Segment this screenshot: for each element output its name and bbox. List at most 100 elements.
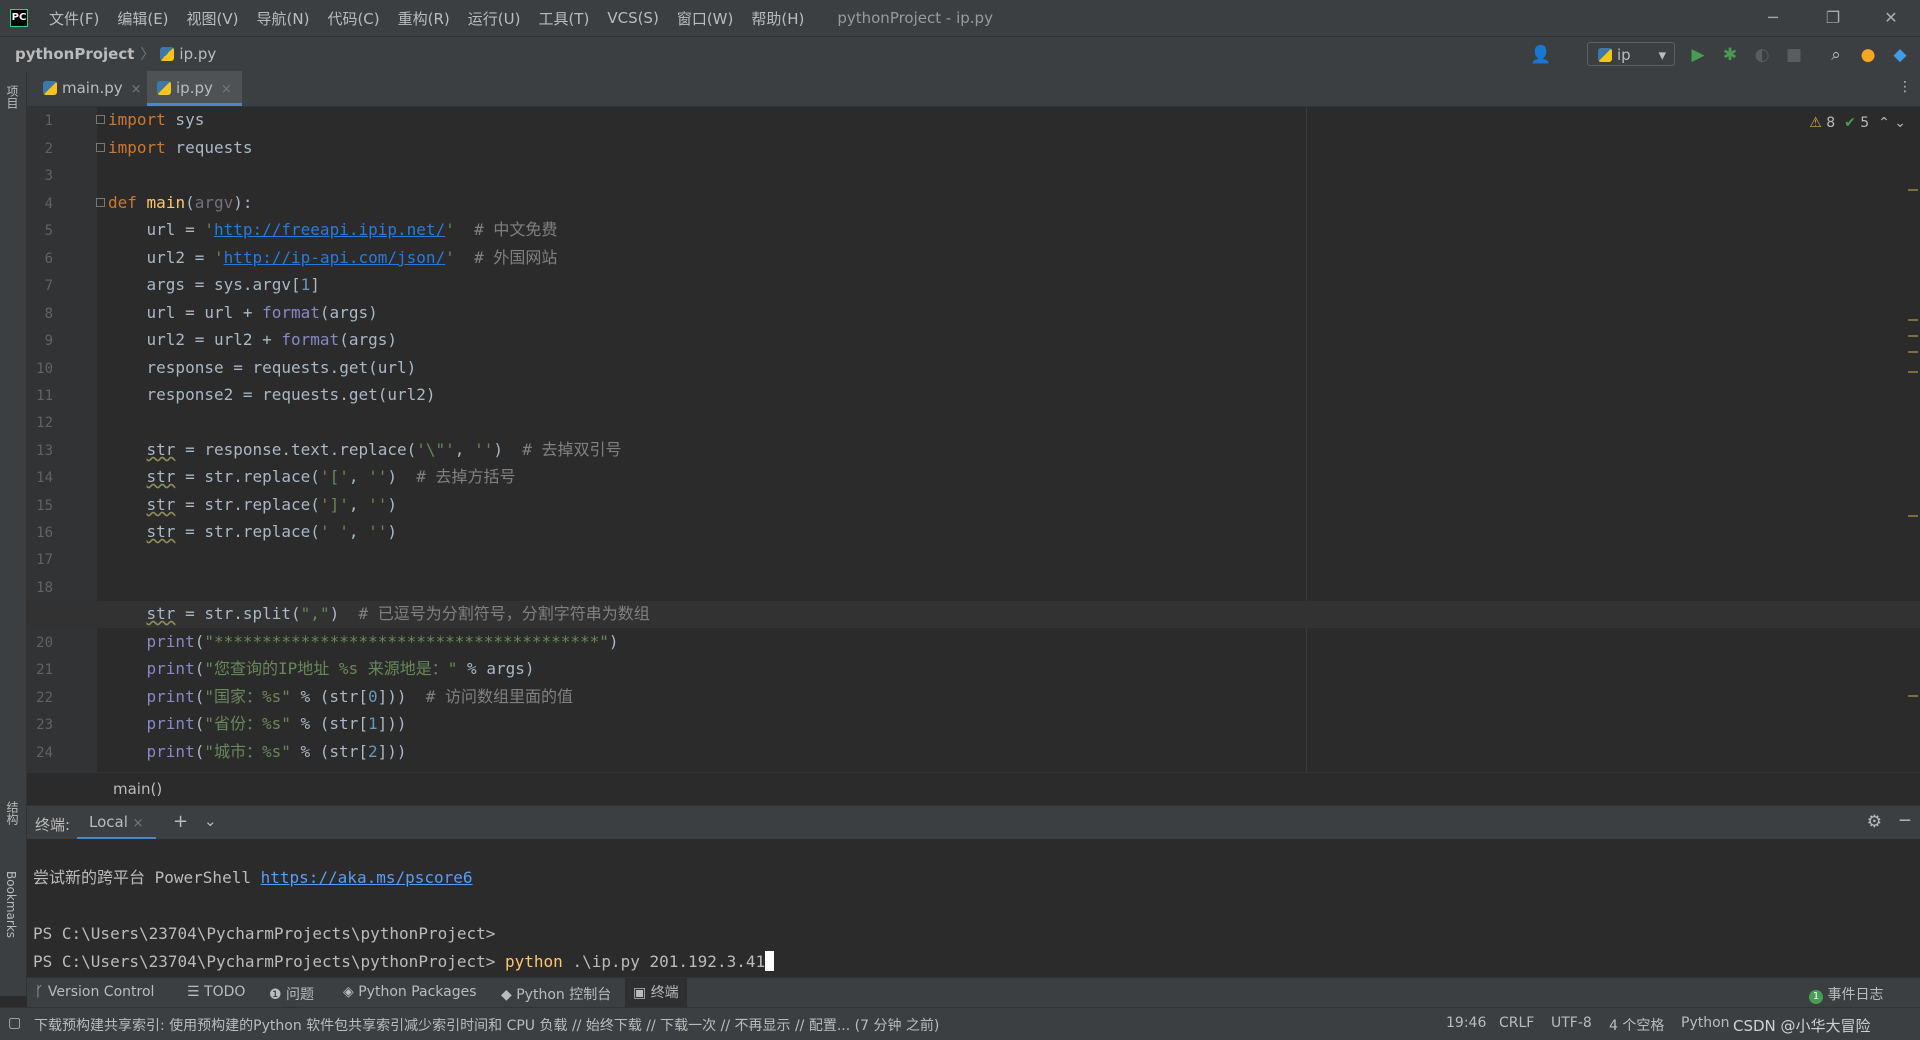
menu-help[interactable]: 帮助(H) (742, 8, 813, 29)
code-url-link[interactable]: http://freeapi.ipip.net/ (214, 220, 445, 239)
previous-highlight-icon[interactable]: ⌃ (1878, 115, 1890, 131)
structure-tool-label[interactable]: 结构 (4, 801, 21, 825)
tool-window-bar: ᚴ Version Control ☰ TODO ❶ 问题 ◈ Python P… (27, 977, 1920, 1008)
run-icon[interactable]: ▶ (1688, 45, 1708, 65)
status-panel-icon[interactable]: ▢ (8, 1015, 21, 1031)
python-interpreter[interactable]: Python (1681, 1015, 1730, 1031)
event-log-button[interactable]: 1 事件日志 (1809, 984, 1883, 1004)
user-icon[interactable]: 👤 (1530, 45, 1551, 65)
file-encoding[interactable]: UTF-8 (1551, 1015, 1592, 1031)
terminal-input-line[interactable]: PS C:\Users\23704\PycharmProjects\python… (33, 951, 775, 973)
coverage-icon[interactable]: ◐ (1752, 45, 1772, 65)
close-window-button[interactable]: ✕ (1862, 0, 1920, 36)
fold-marker-icon[interactable] (96, 143, 105, 152)
close-icon[interactable]: × (131, 82, 142, 97)
project-tool-label[interactable]: 项目 (4, 85, 21, 109)
code-line-10: url2 = url2 + format(args) (108, 330, 397, 349)
menu-view[interactable]: 视图(V) (178, 8, 248, 29)
scroll-marker (1908, 371, 1918, 373)
terminal-tab-local[interactable]: Local × (77, 806, 156, 840)
menu-code[interactable]: 代码(C) (318, 8, 388, 29)
line-number: 4 (44, 196, 53, 212)
run-configuration-select[interactable]: ip ▾ (1587, 42, 1675, 66)
breadcrumb-project[interactable]: pythonProject (15, 45, 134, 63)
line-number: 16 (36, 525, 53, 541)
menu-file[interactable]: 文件(F) (40, 8, 108, 29)
pycharm-logo-icon: PC (10, 9, 28, 27)
code-url-link[interactable]: http://ip-api.com/json/ (224, 248, 446, 267)
python-console-button[interactable]: ◆ Python 控制台 (501, 984, 611, 1004)
window-title: pythonProject - ip.py (837, 9, 993, 27)
breadcrumb-file[interactable]: ip.py (179, 45, 216, 63)
chevron-down-icon[interactable]: ⌄ (204, 812, 217, 830)
scroll-marker (1908, 189, 1918, 191)
terminal-button[interactable]: ▣ 终端 (625, 978, 687, 1008)
breadcrumb-separator: 〉 (140, 47, 155, 63)
packages-icon: ◈ (343, 984, 354, 1000)
minimize-button[interactable]: ─ (1744, 0, 1802, 36)
problems-button[interactable]: ❶ 问题 (269, 984, 314, 1004)
line-number: 10 (36, 361, 53, 377)
tab-main-py[interactable]: main.py × (33, 71, 152, 106)
code-line-24: print("城市：%s" % (str[2])) (146, 742, 407, 761)
menu-window[interactable]: 窗口(W) (668, 8, 743, 29)
close-icon[interactable]: × (221, 82, 232, 97)
todo-button[interactable]: ☰ TODO (187, 984, 245, 1000)
menu-refactor[interactable]: 重构(R) (389, 8, 459, 29)
list-icon: ☰ (187, 984, 200, 1000)
version-control-button[interactable]: ᚴ Version Control (35, 984, 154, 1000)
python-file-icon (157, 81, 171, 95)
indent-setting[interactable]: 4 个空格 (1609, 1015, 1664, 1035)
jetbrains-icon[interactable]: ◆ (1890, 45, 1910, 65)
more-tabs-icon[interactable]: ⋮ (1898, 79, 1912, 95)
hide-panel-icon[interactable]: ─ (1900, 811, 1910, 831)
menu-edit[interactable]: 编辑(E) (108, 8, 177, 29)
code-breadcrumb-bar: main() (27, 772, 1920, 805)
line-number: 2 (44, 141, 53, 157)
line-number: 22 (36, 690, 53, 706)
line-number: 1 (44, 113, 53, 129)
check-icon: ✔ (1844, 115, 1856, 131)
debug-icon[interactable]: ✱ (1720, 45, 1740, 65)
code-line-20: print("*********************************… (146, 632, 619, 651)
code-editor[interactable]: ⚠ 8 ✔ 5 ⌃ ⌄ import sys import requests d… (26, 107, 1920, 772)
tab-ip-py[interactable]: ip.py × (147, 71, 242, 106)
text-cursor (765, 951, 775, 971)
stop-icon[interactable]: ■ (1784, 45, 1804, 65)
inspection-widget[interactable]: ⚠ 8 ✔ 5 ⌃ ⌄ (1809, 115, 1906, 131)
fold-marker-icon[interactable] (96, 115, 105, 124)
search-icon[interactable]: ⌕ (1826, 45, 1846, 65)
code-line-17: str = str.replace(' ', '') (146, 522, 398, 541)
left-tool-strip: 项目 结构 Bookmarks (0, 71, 27, 996)
code-line-2: import requests (96, 137, 253, 159)
terminal-header: 终端: Local × + ⌄ ⚙ ─ (27, 805, 1920, 840)
code-line-1: import sys (96, 109, 204, 131)
gear-icon[interactable]: ⚙ (1867, 812, 1882, 832)
code-line-8: args = sys.argv[1] (108, 275, 320, 294)
pscore6-link[interactable]: https://aka.ms/pscore6 (261, 868, 473, 887)
line-number: 20 (36, 635, 53, 651)
menu-vcs[interactable]: VCS(S) (598, 9, 667, 27)
menu-navigate[interactable]: 导航(N) (248, 8, 319, 29)
bookmarks-tool-label[interactable]: Bookmarks (4, 871, 18, 938)
terminal-output[interactable]: 尝试新的跨平台 PowerShell https://aka.ms/pscore… (27, 839, 1920, 976)
warning-count: 8 (1826, 115, 1836, 131)
close-icon[interactable]: × (133, 816, 144, 831)
add-terminal-icon[interactable]: + (173, 811, 188, 832)
function-breadcrumb[interactable]: main() (113, 780, 162, 798)
update-icon[interactable]: ● (1858, 45, 1878, 65)
code-line-14: str = response.text.replace('\"', '') # … (146, 440, 622, 459)
python-run-icon (1598, 48, 1612, 62)
caret-position[interactable]: 19:46 (1446, 1015, 1486, 1031)
next-highlight-icon[interactable]: ⌄ (1894, 115, 1906, 131)
fold-marker-icon[interactable] (96, 198, 105, 207)
python-packages-button[interactable]: ◈ Python Packages (343, 984, 477, 1000)
chevron-down-icon: ▾ (1658, 46, 1666, 64)
menu-bar: PC 文件(F) 编辑(E) 视图(V) 导航(N) 代码(C) 重构(R) 运… (0, 0, 1920, 36)
restore-button[interactable]: ❐ (1804, 0, 1862, 36)
status-message[interactable]: 下载预构建共享索引: 使用预构建的Python 软件包共享索引减少索引时间和 C… (34, 1015, 939, 1035)
menu-tools[interactable]: 工具(T) (529, 8, 598, 29)
menu-run[interactable]: 运行(U) (459, 8, 530, 29)
event-count-badge: 1 (1809, 990, 1823, 1004)
line-separator[interactable]: CRLF (1499, 1015, 1534, 1031)
